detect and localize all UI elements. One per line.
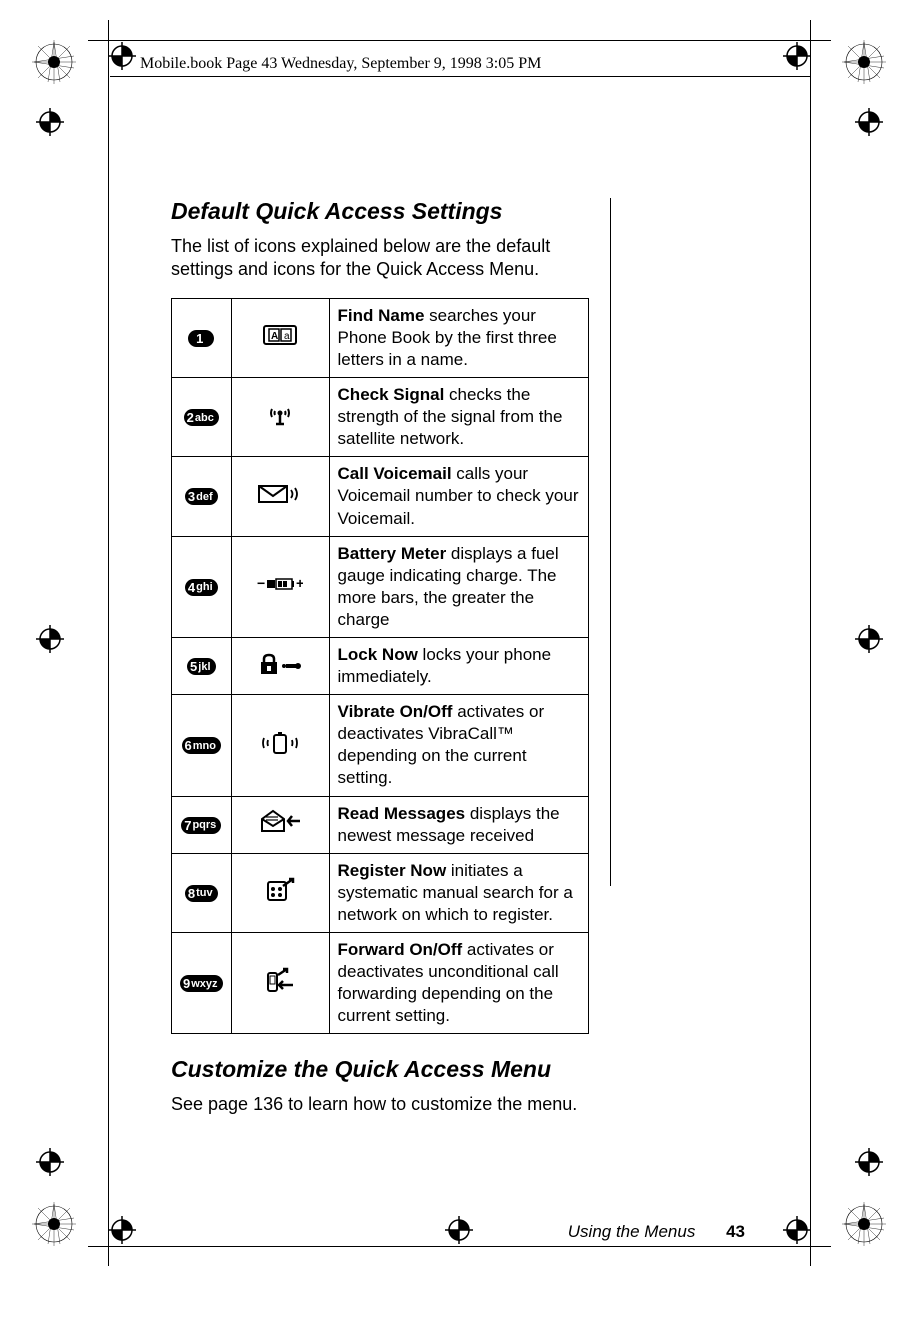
sunburst-icon xyxy=(840,38,888,86)
page-meta-header: Mobile.book Page 43 Wednesday, September… xyxy=(140,55,541,73)
registration-mark-icon xyxy=(855,1148,883,1176)
quick-access-table: 1 Aa Find Name searches your Phone Book … xyxy=(171,298,589,1035)
page-footer: Using the Menus 43 xyxy=(415,1222,745,1242)
table-row: 1 Aa Find Name searches your Phone Book … xyxy=(172,298,589,377)
table-row: 4ghi −+ Battery Meter displays a fuel ga… xyxy=(172,536,589,637)
feature-title: Check Signal xyxy=(338,385,445,404)
svg-text:A: A xyxy=(271,331,278,342)
feature-title: Register Now xyxy=(338,861,447,880)
sunburst-icon xyxy=(30,1200,78,1248)
meta-rule xyxy=(110,76,810,77)
registration-mark-icon xyxy=(108,1216,136,1244)
table-row: 5jkl Lock Now locks your phone immediate… xyxy=(172,638,589,695)
feature-title: Lock Now xyxy=(338,645,418,664)
voicemail-envelope-icon xyxy=(231,457,329,536)
table-row: 3def Call Voicemail calls your Voicemail… xyxy=(172,457,589,536)
key-7-icon: 7pqrs xyxy=(181,817,221,834)
table-row: 9wxyz Forward On/Off activates or deacti… xyxy=(172,933,589,1034)
register-network-icon xyxy=(231,853,329,932)
key-8-icon: 8tuv xyxy=(185,885,218,902)
registration-mark-icon xyxy=(36,625,64,653)
footer-page-number: 43 xyxy=(726,1222,745,1241)
find-name-icon: Aa xyxy=(231,298,329,377)
battery-meter-icon: −+ xyxy=(231,536,329,637)
section-heading-default-quick-access: Default Quick Access Settings xyxy=(171,198,606,225)
table-row: 2abc Check Signal checks the strength of… xyxy=(172,378,589,457)
registration-mark-icon xyxy=(783,1216,811,1244)
table-row: 6mno Vibrate On/Off activates or deactiv… xyxy=(172,695,589,796)
svg-text:+: + xyxy=(296,576,303,591)
feature-title: Read Messages xyxy=(338,804,466,823)
footer-section-name: Using the Menus xyxy=(568,1222,696,1241)
key-3-icon: 3def xyxy=(185,488,218,505)
key-4-icon: 4ghi xyxy=(185,579,218,596)
registration-mark-icon xyxy=(36,1148,64,1176)
customize-paragraph: See page 136 to learn how to customize t… xyxy=(171,1093,606,1116)
intro-paragraph: The list of icons explained below are th… xyxy=(171,235,606,282)
signal-antenna-icon xyxy=(231,378,329,457)
registration-mark-icon xyxy=(855,625,883,653)
section-heading-customize: Customize the Quick Access Menu xyxy=(171,1056,606,1083)
call-forward-icon xyxy=(231,933,329,1034)
key-2-icon: 2abc xyxy=(184,409,219,426)
sunburst-icon xyxy=(840,1200,888,1248)
feature-title: Battery Meter xyxy=(338,544,447,563)
sunburst-icon xyxy=(30,38,78,86)
key-9-icon: 9wxyz xyxy=(180,975,223,992)
key-5-icon: 5jkl xyxy=(187,658,215,675)
table-row: 8tuv Register Now initiates a systematic… xyxy=(172,853,589,932)
feature-title: Call Voicemail xyxy=(338,464,452,483)
vibrate-icon xyxy=(231,695,329,796)
table-row: 7pqrs Read Messages displays the newest … xyxy=(172,796,589,853)
feature-title: Forward On/Off xyxy=(338,940,463,959)
registration-mark-icon xyxy=(855,108,883,136)
feature-title: Vibrate On/Off xyxy=(338,702,453,721)
column-divider xyxy=(610,198,611,886)
registration-mark-icon xyxy=(108,42,136,70)
read-messages-icon xyxy=(231,796,329,853)
lock-icon xyxy=(231,638,329,695)
key-1-icon: 1 xyxy=(188,330,214,347)
svg-text:−: − xyxy=(257,576,265,591)
registration-mark-icon xyxy=(36,108,64,136)
svg-text:a: a xyxy=(284,331,290,342)
registration-mark-icon xyxy=(783,42,811,70)
feature-title: Find Name xyxy=(338,306,425,325)
key-6-icon: 6mno xyxy=(182,737,221,754)
